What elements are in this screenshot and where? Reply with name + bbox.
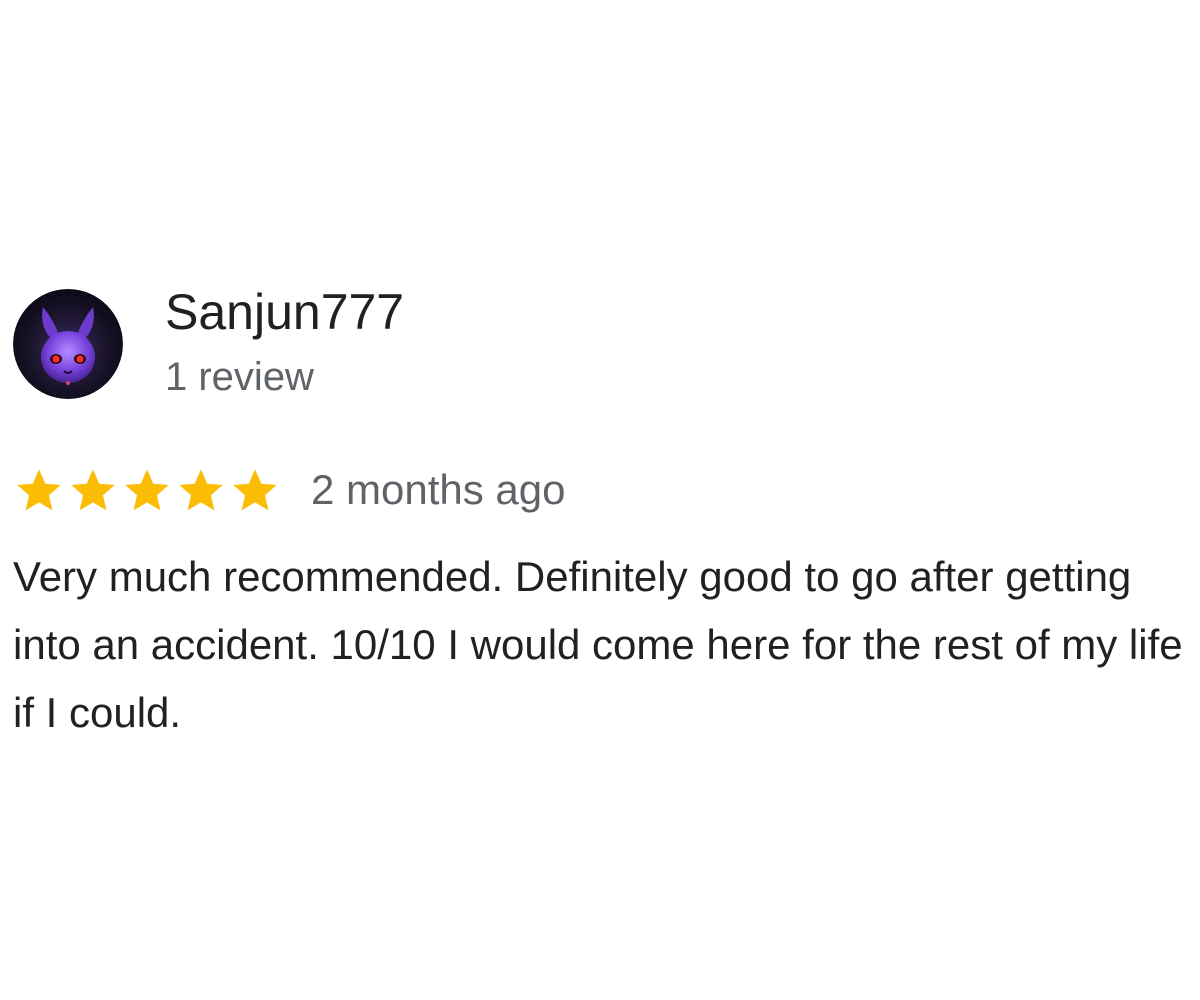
review-count[interactable]: 1 review: [165, 350, 314, 404]
review-card: Sanjun777 1 review 2 months ago Very muc…: [0, 0, 1200, 1000]
avatar[interactable]: [13, 289, 123, 399]
star-icon: [179, 469, 223, 511]
star-icon: [71, 469, 115, 511]
author-name[interactable]: Sanjun777: [165, 280, 404, 344]
star-rating: [13, 464, 281, 516]
review-time: 2 months ago: [311, 466, 566, 513]
star-icon: [233, 469, 277, 511]
review-text: Very much recommended. Definitely good t…: [13, 553, 1183, 736]
purple-rabbit-avatar-icon: [13, 289, 123, 399]
star-icon: [17, 469, 61, 511]
rating-row: 2 months ago: [13, 462, 566, 518]
star-icon: [125, 469, 169, 511]
